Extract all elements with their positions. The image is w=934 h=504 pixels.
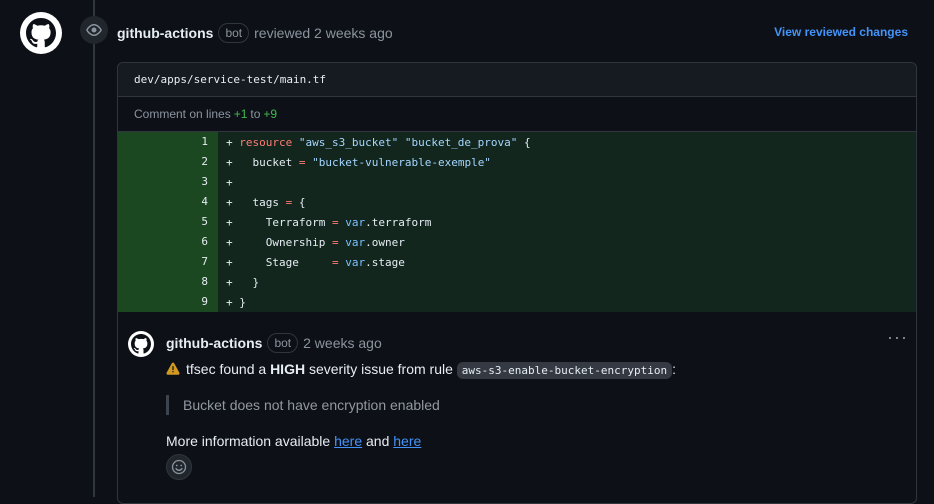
view-reviewed-changes-link[interactable]: View reviewed changes xyxy=(774,25,908,39)
severity-label: HIGH xyxy=(270,361,306,377)
review-thread: dev/apps/service-test/main.tf Comment on… xyxy=(117,62,917,504)
code-token: .stage xyxy=(365,255,405,269)
summary-prefix: tfsec found a xyxy=(186,361,267,377)
diff-line: 3 + xyxy=(118,172,916,192)
rule-code: aws-s3-enable-bucket-encryption xyxy=(456,362,673,379)
code-token: var xyxy=(345,235,366,249)
diff-line: 5 + Terraform = var.terraform xyxy=(118,212,916,232)
file-path[interactable]: dev/apps/service-test/main.tf xyxy=(118,63,916,97)
more-info-text: More information available here and here xyxy=(166,433,886,449)
code-token: "bucket-vulnerable-exemple" xyxy=(312,155,491,169)
more-options-button[interactable]: ··· xyxy=(887,327,908,348)
code-line: + } xyxy=(226,295,246,309)
eye-icon xyxy=(80,16,108,44)
code-token: .terraform xyxy=(365,215,432,229)
line-number[interactable]: 2 xyxy=(118,152,218,172)
comment-lines-info: Comment on lines +1 to +9 xyxy=(118,97,916,132)
code-token: var xyxy=(345,255,366,269)
bot-badge: bot xyxy=(267,333,299,353)
code-token: resource xyxy=(239,135,293,149)
code-line: + } xyxy=(226,275,260,289)
code-line: + xyxy=(226,175,233,189)
info-link-1[interactable]: here xyxy=(334,433,362,449)
to-word: to xyxy=(250,107,261,121)
comment-body: tfsec found a HIGH severity issue from r… xyxy=(166,361,886,449)
review-action-text[interactable]: reviewed 2 weeks ago xyxy=(254,25,393,41)
diff-line: 2 + bucket = "bucket-vulnerable-exemple" xyxy=(118,152,916,172)
info-link-2[interactable]: here xyxy=(393,433,421,449)
line-number[interactable]: 3 xyxy=(118,172,218,192)
line-number[interactable]: 5 xyxy=(118,212,218,232)
code-line: + Ownership = var.owner xyxy=(226,235,405,249)
avatar[interactable] xyxy=(20,12,62,54)
code-token: bucket xyxy=(252,155,293,169)
code-token: Stage xyxy=(265,255,299,269)
line-start: +1 xyxy=(233,107,248,121)
code-line: + tags = { xyxy=(226,195,306,209)
timeline-line xyxy=(93,0,95,497)
code-token: "bucket_de_prova" xyxy=(404,135,518,149)
diff-line: 7 + Stage = var.stage xyxy=(118,252,916,272)
diff-line: 9 + } xyxy=(118,292,916,312)
blockquote: Bucket does not have encryption enabled xyxy=(166,395,886,415)
line-number[interactable]: 9 xyxy=(118,292,218,312)
warning-icon xyxy=(166,362,180,375)
summary-mid: severity issue from rule xyxy=(308,361,453,377)
comment-avatar[interactable] xyxy=(128,331,154,357)
summary-suffix: : xyxy=(672,361,676,377)
more-info-prefix: More information available xyxy=(166,433,331,449)
and-word: and xyxy=(366,433,390,449)
line-number[interactable]: 4 xyxy=(118,192,218,212)
diff-table: 1 + resource "aws_s3_bucket" "bucket_de_… xyxy=(118,132,916,312)
line-end: +9 xyxy=(263,107,278,121)
review-author[interactable]: github-actions xyxy=(117,25,213,41)
line-number[interactable]: 7 xyxy=(118,252,218,272)
line-number[interactable]: 1 xyxy=(118,132,218,152)
code-line: + Stage = var.stage xyxy=(226,255,405,269)
code-token: Ownership xyxy=(265,235,326,249)
code-line: + Terraform = var.terraform xyxy=(226,215,432,229)
github-logo-icon xyxy=(131,334,151,354)
code-token: .owner xyxy=(365,235,405,249)
code-line: + resource "aws_s3_bucket" "bucket_de_pr… xyxy=(226,135,531,149)
review-header: github-actions bot reviewed 2 weeks ago xyxy=(117,23,393,43)
comment-summary: tfsec found a HIGH severity issue from r… xyxy=(166,361,886,379)
line-number[interactable]: 6 xyxy=(118,232,218,252)
add-reaction-button[interactable] xyxy=(166,454,192,480)
smiley-icon xyxy=(171,459,187,475)
bot-badge: bot xyxy=(218,23,250,43)
code-token: Terraform xyxy=(265,215,326,229)
diff-line: 8 + } xyxy=(118,272,916,292)
comment-time[interactable]: 2 weeks ago xyxy=(303,335,382,351)
comment-author[interactable]: github-actions xyxy=(166,335,262,351)
code-line: + bucket = "bucket-vulnerable-exemple" xyxy=(226,155,491,169)
code-token: var xyxy=(345,215,366,229)
code-token: "aws_s3_bucket" xyxy=(298,135,399,149)
diff-line: 6 + Ownership = var.owner xyxy=(118,232,916,252)
diff-line: 4 + tags = { xyxy=(118,192,916,212)
comment-header: github-actions bot 2 weeks ago xyxy=(166,333,382,353)
github-logo-icon xyxy=(26,18,56,48)
comment-lines-prefix: Comment on lines xyxy=(134,107,231,121)
code-token: tags xyxy=(252,195,280,209)
diff-line: 1 + resource "aws_s3_bucket" "bucket_de_… xyxy=(118,132,916,152)
line-number[interactable]: 8 xyxy=(118,272,218,292)
